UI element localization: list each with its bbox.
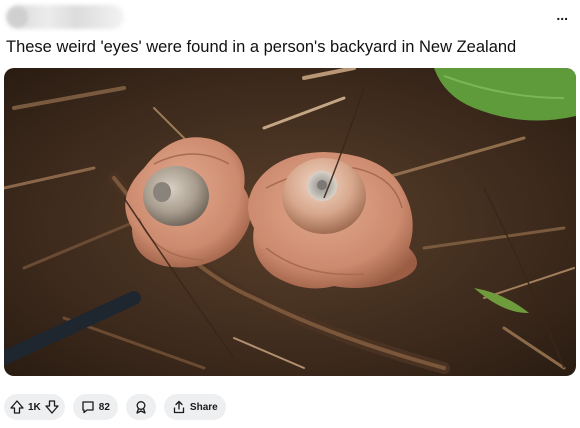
post-title[interactable]: These weird 'eyes' were found in a perso… [6, 36, 576, 58]
award-button[interactable] [125, 394, 156, 420]
post-actions-bar: 1K 82 Share [4, 394, 226, 420]
share-icon [173, 400, 185, 414]
comments-button[interactable]: 82 [72, 394, 118, 420]
vote-count: 1K [28, 401, 41, 413]
vote-control: 1K [4, 394, 65, 420]
award-icon [136, 401, 146, 414]
share-button[interactable]: Share [163, 394, 226, 420]
avatar [8, 7, 28, 27]
more-options-button[interactable]: ... [556, 8, 568, 22]
comment-count: 82 [98, 401, 110, 413]
post-image[interactable] [4, 68, 576, 376]
comment-icon [82, 401, 94, 414]
earthstar-fungi-photo [4, 68, 576, 376]
post-header: ... [0, 0, 580, 36]
upvote-icon[interactable] [10, 400, 24, 414]
share-label: Share [189, 401, 218, 413]
downvote-icon[interactable] [45, 400, 59, 414]
